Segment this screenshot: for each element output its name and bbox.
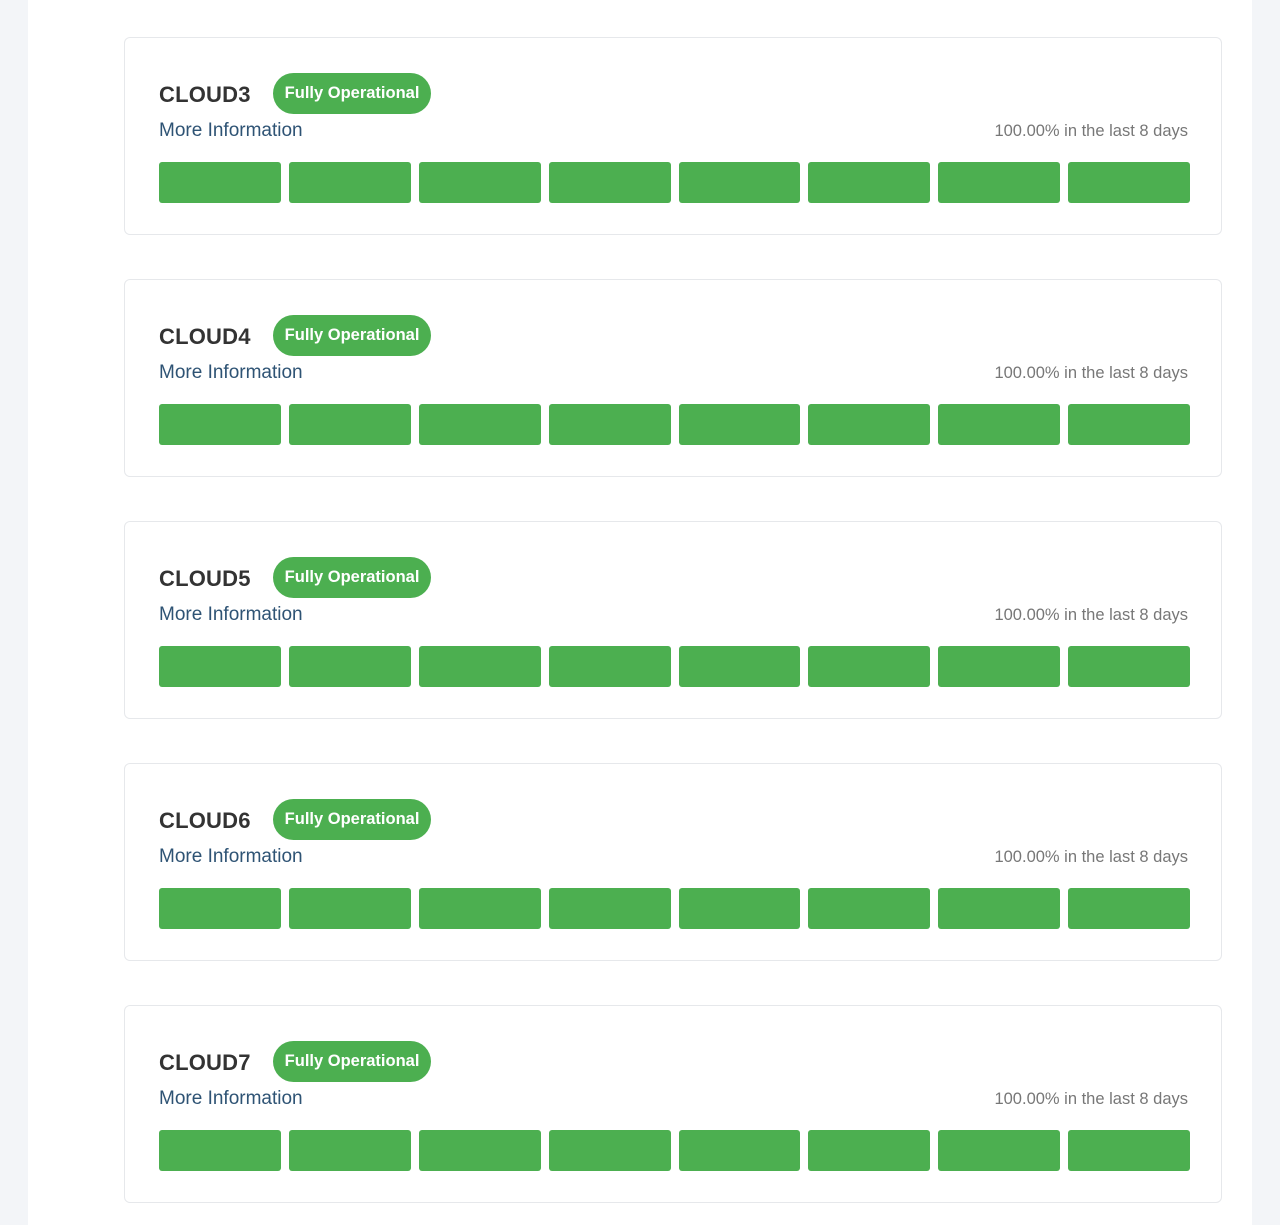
uptime-day-bar[interactable] — [548, 404, 671, 445]
uptime-day-bar[interactable] — [678, 162, 801, 203]
service-name: CLOUD5 — [159, 566, 251, 591]
uptime-summary: 100.00% in the last 8 days — [994, 1090, 1188, 1108]
service-header: CLOUD7 Fully Operational — [159, 1040, 432, 1082]
uptime-day-bar[interactable] — [418, 1130, 541, 1171]
uptime-day-bar[interactable] — [678, 888, 801, 929]
uptime-day-bar[interactable] — [159, 646, 281, 687]
uptime-day-bar[interactable] — [938, 1130, 1061, 1171]
uptime-bars — [159, 646, 1190, 687]
service-card-cloud5: CLOUD5 Fully Operational More Informatio… — [124, 521, 1222, 719]
uptime-day-bar[interactable] — [1068, 1130, 1190, 1171]
uptime-day-bar[interactable] — [938, 646, 1061, 687]
status-badge: Fully Operational — [272, 314, 432, 356]
uptime-day-bar[interactable] — [548, 1130, 671, 1171]
more-information-link[interactable]: More Information — [159, 1088, 303, 1110]
more-information-link[interactable]: More Information — [159, 846, 303, 868]
uptime-day-bar[interactable] — [548, 162, 671, 203]
uptime-day-bar[interactable] — [1068, 646, 1190, 687]
uptime-day-bar[interactable] — [938, 162, 1061, 203]
uptime-day-bar[interactable] — [938, 404, 1061, 445]
uptime-day-bar[interactable] — [288, 162, 411, 203]
service-header: CLOUD3 Fully Operational — [159, 72, 432, 114]
more-information-link[interactable]: More Information — [159, 120, 303, 142]
status-badge: Fully Operational — [272, 798, 432, 840]
uptime-day-bar[interactable] — [288, 1130, 411, 1171]
uptime-bars — [159, 162, 1190, 203]
uptime-day-bar[interactable] — [808, 888, 931, 929]
service-name: CLOUD3 — [159, 82, 251, 107]
status-badge: Fully Operational — [272, 72, 432, 114]
uptime-day-bar[interactable] — [808, 404, 931, 445]
uptime-day-bar[interactable] — [288, 888, 411, 929]
uptime-day-bar[interactable] — [1068, 888, 1190, 929]
uptime-day-bar[interactable] — [808, 1130, 931, 1171]
service-card-cloud6: CLOUD6 Fully Operational More Informatio… — [124, 763, 1222, 961]
uptime-day-bar[interactable] — [288, 646, 411, 687]
uptime-bars — [159, 404, 1190, 445]
uptime-summary: 100.00% in the last 8 days — [994, 848, 1188, 866]
uptime-day-bar[interactable] — [288, 404, 411, 445]
service-card-cloud3: CLOUD3 Fully Operational More Informatio… — [124, 37, 1222, 235]
service-card-cloud4: CLOUD4 Fully Operational More Informatio… — [124, 279, 1222, 477]
uptime-bars — [159, 888, 1190, 929]
uptime-bars — [159, 1130, 1190, 1171]
status-badge: Fully Operational — [272, 1040, 432, 1082]
uptime-day-bar[interactable] — [159, 404, 281, 445]
uptime-summary: 100.00% in the last 8 days — [994, 122, 1188, 140]
uptime-day-bar[interactable] — [159, 162, 281, 203]
service-name: CLOUD6 — [159, 808, 251, 833]
uptime-summary: 100.00% in the last 8 days — [994, 364, 1188, 382]
uptime-day-bar[interactable] — [1068, 404, 1190, 445]
service-header: CLOUD6 Fully Operational — [159, 798, 432, 840]
status-page: CLOUD3 Fully Operational More Informatio… — [28, 0, 1252, 1225]
uptime-day-bar[interactable] — [548, 888, 671, 929]
uptime-day-bar[interactable] — [1068, 162, 1190, 203]
uptime-day-bar[interactable] — [678, 1130, 801, 1171]
service-header: CLOUD4 Fully Operational — [159, 314, 432, 356]
uptime-day-bar[interactable] — [548, 646, 671, 687]
uptime-day-bar[interactable] — [418, 646, 541, 687]
more-information-link[interactable]: More Information — [159, 604, 303, 626]
uptime-summary: 100.00% in the last 8 days — [994, 606, 1188, 624]
uptime-day-bar[interactable] — [418, 404, 541, 445]
uptime-day-bar[interactable] — [418, 888, 541, 929]
service-card-cloud7: CLOUD7 Fully Operational More Informatio… — [124, 1005, 1222, 1203]
uptime-day-bar[interactable] — [678, 646, 801, 687]
uptime-day-bar[interactable] — [808, 162, 931, 203]
uptime-day-bar[interactable] — [159, 1130, 281, 1171]
uptime-day-bar[interactable] — [159, 888, 281, 929]
status-badge: Fully Operational — [272, 556, 432, 598]
uptime-day-bar[interactable] — [678, 404, 801, 445]
uptime-day-bar[interactable] — [808, 646, 931, 687]
uptime-day-bar[interactable] — [938, 888, 1061, 929]
uptime-day-bar[interactable] — [418, 162, 541, 203]
service-name: CLOUD4 — [159, 324, 251, 349]
service-header: CLOUD5 Fully Operational — [159, 556, 432, 598]
service-name: CLOUD7 — [159, 1050, 251, 1075]
more-information-link[interactable]: More Information — [159, 362, 303, 384]
